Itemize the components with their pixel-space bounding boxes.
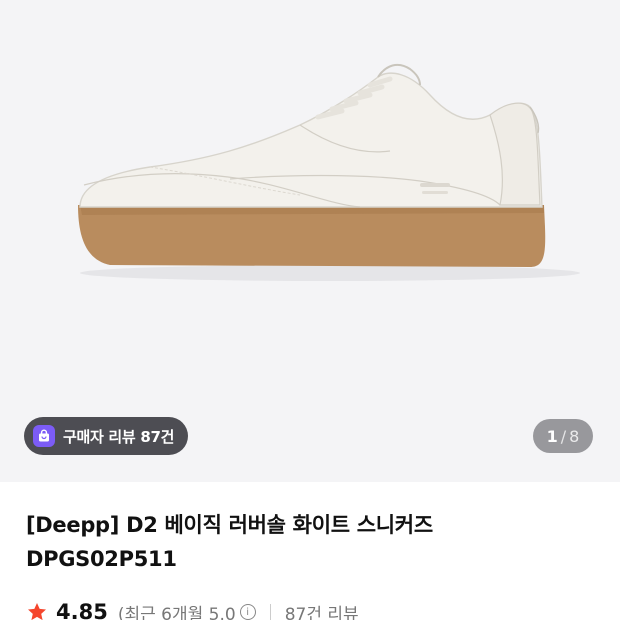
product-info: [Deepp] D2 베이직 러버솔 화이트 스니커즈 DPGS02P511 — [26, 508, 596, 576]
carousel-total-pages: 8 — [569, 426, 580, 446]
review-count-link[interactable]: 87건 리뷰 — [285, 600, 359, 620]
product-image-carousel[interactable]: 구매자 리뷰 87건 1 / 8 — [0, 0, 620, 482]
product-image — [78, 63, 580, 281]
rating-divider — [269, 604, 271, 620]
info-icon[interactable]: i — [239, 604, 256, 620]
shopping-bag-icon — [33, 425, 55, 447]
rating-row[interactable]: 4.85 (최근 6개월 5.0 i 87건 리뷰 — [26, 597, 359, 620]
star-icon — [28, 603, 46, 620]
product-title-line-1: [Deepp] D2 베이직 러버솔 화이트 스니커즈 — [26, 513, 433, 537]
buyer-review-label: 구매자 리뷰 87건 — [63, 427, 175, 446]
rating-value: 4.85 — [56, 600, 108, 620]
carousel-page-indicator: 1 / 8 — [533, 419, 593, 453]
buyer-review-badge[interactable]: 구매자 리뷰 87건 — [24, 417, 189, 455]
carousel-current-page: 1 — [546, 426, 558, 446]
product-title-line-2: DPGS02P511 — [26, 547, 177, 571]
carousel-separator: / — [560, 426, 567, 446]
recent-rating-label: (최근 6개월 5.0 — [117, 604, 236, 620]
product-title: [Deepp] D2 베이직 러버솔 화이트 스니커즈 DPGS02P511 — [26, 508, 596, 576]
